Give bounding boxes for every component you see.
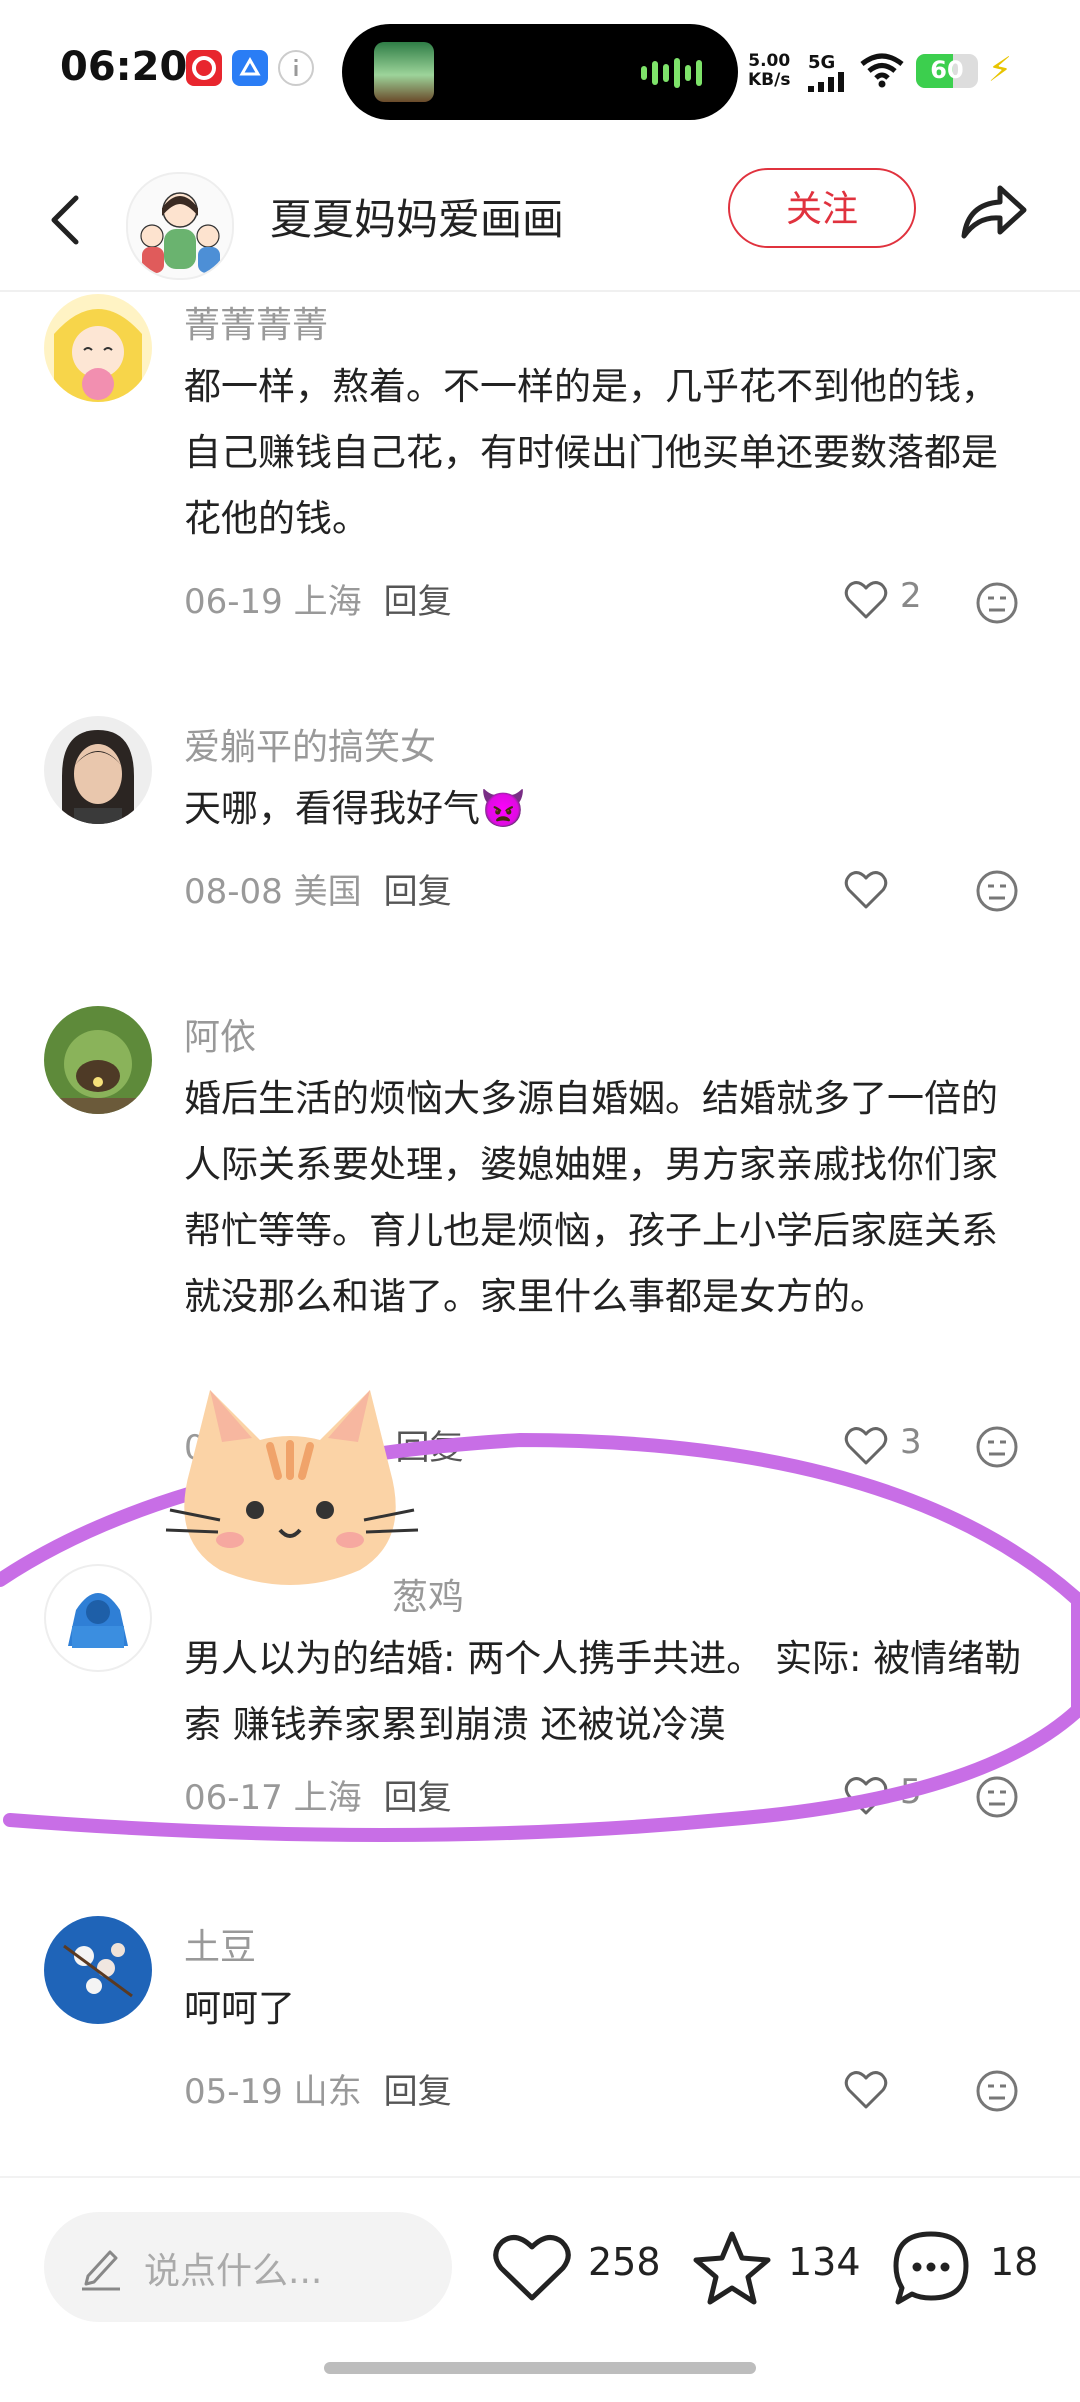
comment-text: 都一样，熬着。不一样的是，几乎花不到他的钱，自己赚钱自己花，有时候出门他买单还要…	[184, 365, 998, 540]
commenter-name[interactable]: 阿依	[184, 1008, 256, 1060]
input-placeholder: 说点什么...	[144, 2251, 323, 2292]
media-thumbnail	[374, 42, 434, 102]
like-button[interactable]	[844, 2066, 954, 2114]
like-button[interactable]: 5	[844, 1772, 954, 1820]
reply-button[interactable]: 回复	[384, 2072, 452, 2112]
comment-item: 葱鸡 男人以为的结婚: 两个人携手共进。 实际: 被情绪勒索 赚钱养家累到崩溃 …	[0, 1560, 1080, 1830]
commenter-name[interactable]: 土豆	[184, 1918, 256, 1970]
author-avatar[interactable]	[126, 172, 234, 280]
comment-item: 菁菁菁菁 都一样，熬着。不一样的是，几乎花不到他的钱，自己赚钱自己花，有时候出门…	[0, 294, 1080, 634]
audio-wave-icon	[641, 58, 702, 88]
heart-icon	[844, 581, 888, 619]
heart-icon	[844, 1427, 888, 1465]
wifi-icon	[860, 53, 904, 88]
network-speed: 5.00 KB/s	[748, 51, 791, 90]
commenter-avatar[interactable]	[44, 716, 152, 824]
app-notification-icon	[232, 50, 268, 86]
dislike-icon[interactable]	[974, 1774, 1020, 1820]
comment-meta: 06-19 上海 回复	[184, 582, 452, 622]
network-type: 5G	[808, 52, 836, 73]
status-time: 06:20	[60, 44, 188, 90]
comment-count: 18	[990, 2240, 1039, 2284]
home-indicator[interactable]	[324, 2362, 756, 2374]
netease-music-icon	[186, 50, 222, 86]
comment-meta: 05-19 山东 回复	[184, 2072, 452, 2112]
commenter-name[interactable]: 爱躺平的搞笑女	[184, 718, 436, 770]
status-bar: 06:20 5.00 KB/s 5G 60 ⚡	[0, 0, 1080, 150]
dynamic-island[interactable]	[342, 24, 738, 120]
commenter-name[interactable]: 葱鸡	[392, 1568, 464, 1620]
like-post-button[interactable]: 258	[492, 2228, 662, 2308]
charging-icon: ⚡	[988, 50, 1012, 90]
comments-button[interactable]: 18	[890, 2228, 1040, 2308]
comment-item: 爱躺平的搞笑女 天哪，看得我好气👿 08-08 美国 回复	[0, 716, 1080, 936]
commenter-avatar[interactable]	[44, 1916, 152, 2024]
dislike-icon[interactable]	[974, 1424, 1020, 1470]
battery-indicator: 60	[916, 54, 978, 88]
heart-icon	[493, 2235, 571, 2301]
comment-item: 阿依 婚后生活的烦恼大多源自婚姻。结婚就多了一倍的人际关系要处理，婆媳妯娌，男方…	[0, 1006, 1080, 1486]
signal-icon	[808, 72, 844, 92]
like-count: 5	[900, 1772, 922, 1812]
reply-button[interactable]: 回复	[384, 872, 452, 912]
dislike-icon[interactable]	[974, 868, 1020, 914]
dislike-icon[interactable]	[974, 2068, 1020, 2114]
comment-meta: 07- 川回复	[184, 1428, 464, 1468]
back-arrow-icon[interactable]	[40, 180, 100, 260]
author-name[interactable]: 夏夏妈妈爱画画	[270, 186, 564, 247]
heart-icon	[844, 2071, 888, 2109]
reply-button[interactable]: 回复	[384, 1778, 452, 1818]
commenter-name[interactable]: 菁菁菁菁	[184, 296, 328, 348]
like-count: 258	[588, 2240, 661, 2284]
comment-meta: 08-08 美国 回复	[184, 872, 452, 912]
dislike-icon[interactable]	[974, 580, 1020, 626]
reply-button[interactable]: 回复	[384, 582, 452, 622]
like-button[interactable]	[844, 866, 954, 914]
commenter-avatar[interactable]	[44, 1006, 152, 1114]
like-button[interactable]: 2	[844, 576, 954, 624]
follow-button[interactable]: 关注	[728, 168, 916, 248]
like-count: 2	[900, 576, 922, 616]
commenter-avatar[interactable]	[44, 1564, 152, 1672]
commenter-avatar[interactable]	[44, 294, 152, 402]
heart-icon	[844, 871, 888, 909]
comment-meta: 06-17 上海 回复	[184, 1778, 452, 1818]
comment-text: 天哪，看得我好气👿	[184, 787, 527, 830]
star-icon	[693, 2231, 771, 2305]
like-count: 3	[900, 1422, 922, 1462]
top-nav-bar: 夏夏妈妈爱画画 关注	[0, 150, 1080, 292]
like-button[interactable]: 3	[844, 1422, 954, 1470]
comment-item: 土豆 呵呵了 05-19 山东 回复	[0, 1916, 1080, 2146]
heart-icon	[844, 1777, 888, 1815]
comment-input[interactable]: 说点什么...	[44, 2212, 452, 2322]
pencil-icon	[82, 2250, 120, 2291]
favorite-count: 134	[788, 2240, 861, 2284]
comment-text: 呵呵了	[184, 1987, 295, 2030]
info-icon	[278, 50, 314, 86]
comment-text: 男人以为的结婚: 两个人携手共进。 实际: 被情绪勒索 赚钱养家累到崩溃 还被说…	[184, 1637, 1022, 1746]
share-icon[interactable]	[956, 176, 1030, 246]
favorite-button[interactable]: 134	[692, 2228, 862, 2308]
reply-button[interactable]: 回复	[396, 1428, 464, 1468]
comment-text: 婚后生活的烦恼大多源自婚姻。结婚就多了一倍的人际关系要处理，婆媳妯娌，男方家亲戚…	[184, 1077, 998, 1318]
comment-bubble-icon	[893, 2231, 969, 2305]
